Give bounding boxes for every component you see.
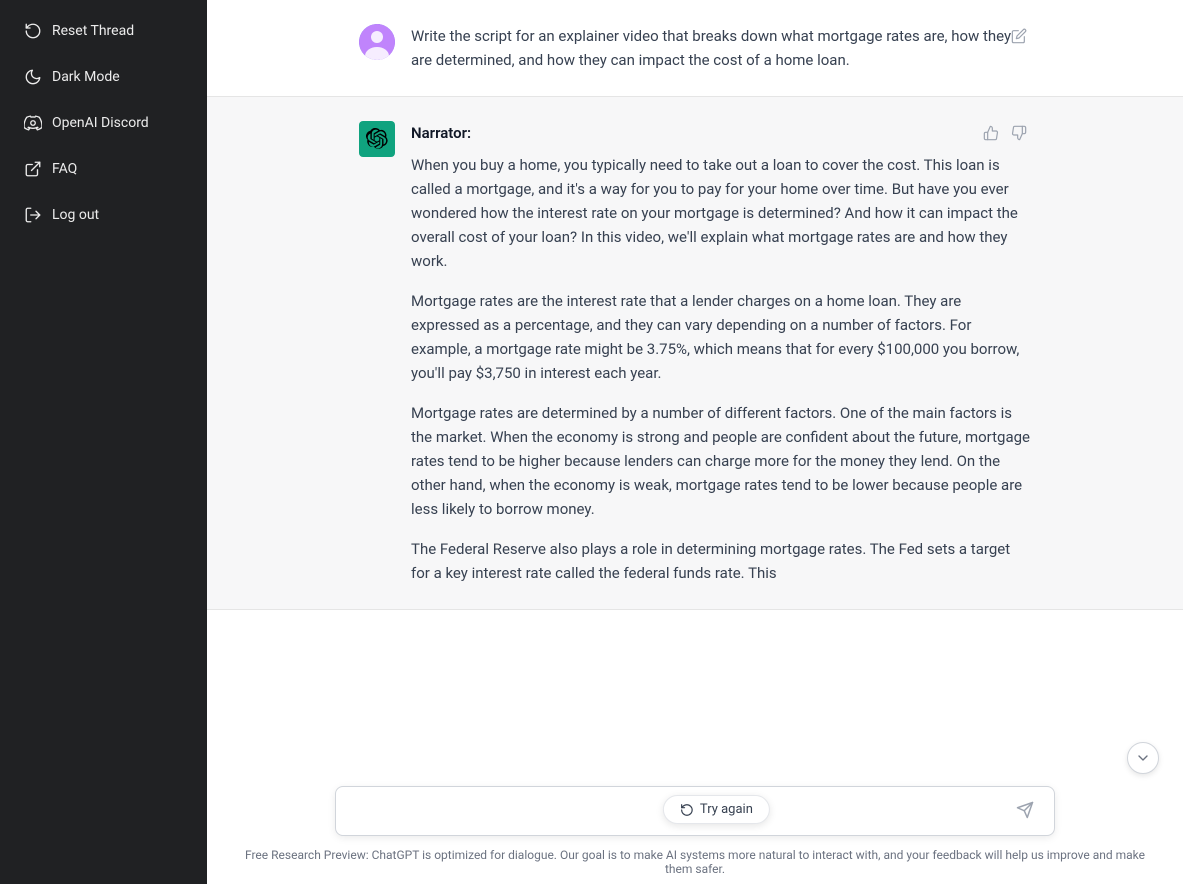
- ai-paragraph-3: Mortgage rates are determined by a numbe…: [411, 401, 1031, 521]
- moon-icon: [24, 68, 42, 86]
- ai-paragraph-4: The Federal Reserve also plays a role in…: [411, 537, 1031, 585]
- footer-text: Free Research Preview: ChatGPT is optimi…: [245, 848, 1145, 876]
- try-again-label: Try again: [700, 802, 753, 817]
- scroll-to-bottom-button[interactable]: [1127, 742, 1159, 774]
- footer: Free Research Preview: ChatGPT is optimi…: [207, 840, 1183, 884]
- user-message-content: Write the script for an explainer video …: [411, 24, 1031, 72]
- reset-icon: [24, 22, 42, 40]
- sidebar-item-logout[interactable]: Log out: [8, 194, 199, 236]
- ai-message-block: Narrator: When you buy a home, you typic…: [207, 97, 1183, 610]
- edit-message-button[interactable]: [1007, 24, 1031, 51]
- thumbs-up-button[interactable]: [979, 121, 1003, 148]
- sidebar-label-dark-mode: Dark Mode: [52, 69, 120, 85]
- external-link-icon: [24, 160, 42, 178]
- ai-message-actions: [979, 121, 1031, 148]
- sidebar-item-reset-thread[interactable]: Reset Thread: [8, 10, 199, 52]
- user-message-block: Write the script for an explainer video …: [207, 0, 1183, 97]
- sidebar-label-openai-discord: OpenAI Discord: [52, 115, 149, 131]
- user-message-actions: [1007, 24, 1031, 51]
- chevron-down-icon: [1135, 750, 1151, 766]
- sidebar-label-faq: FAQ: [52, 161, 77, 177]
- sidebar-label-logout: Log out: [52, 207, 99, 223]
- sidebar-item-dark-mode[interactable]: Dark Mode: [8, 56, 199, 98]
- ai-paragraph-2: Mortgage rates are the interest rate tha…: [411, 289, 1031, 385]
- narrator-label: Narrator:: [411, 121, 1031, 145]
- thumbs-down-button[interactable]: [1007, 121, 1031, 148]
- ai-message-inner: Narrator: When you buy a home, you typic…: [335, 121, 1055, 585]
- sidebar-item-openai-discord[interactable]: OpenAI Discord: [8, 102, 199, 144]
- sidebar-item-faq[interactable]: FAQ: [8, 148, 199, 190]
- try-again-tooltip[interactable]: Try again: [663, 795, 770, 824]
- main-content: Write the script for an explainer video …: [207, 0, 1183, 884]
- user-message-inner: Write the script for an explainer video …: [335, 24, 1055, 72]
- ai-avatar: [359, 121, 395, 157]
- ai-message-content: Narrator: When you buy a home, you typic…: [411, 121, 1031, 585]
- ai-paragraph-1: When you buy a home, you typically need …: [411, 153, 1031, 273]
- sidebar: Reset Thread Dark Mode OpenAI Discord FA…: [0, 0, 207, 884]
- user-avatar: [359, 24, 395, 60]
- logout-icon: [24, 206, 42, 224]
- user-message-text: Write the script for an explainer video …: [411, 24, 1031, 72]
- sidebar-label-reset-thread: Reset Thread: [52, 23, 134, 39]
- discord-icon: [24, 114, 42, 132]
- send-button[interactable]: [1004, 793, 1046, 830]
- retry-icon: [680, 803, 694, 817]
- chat-area: Write the script for an explainer video …: [207, 0, 1183, 884]
